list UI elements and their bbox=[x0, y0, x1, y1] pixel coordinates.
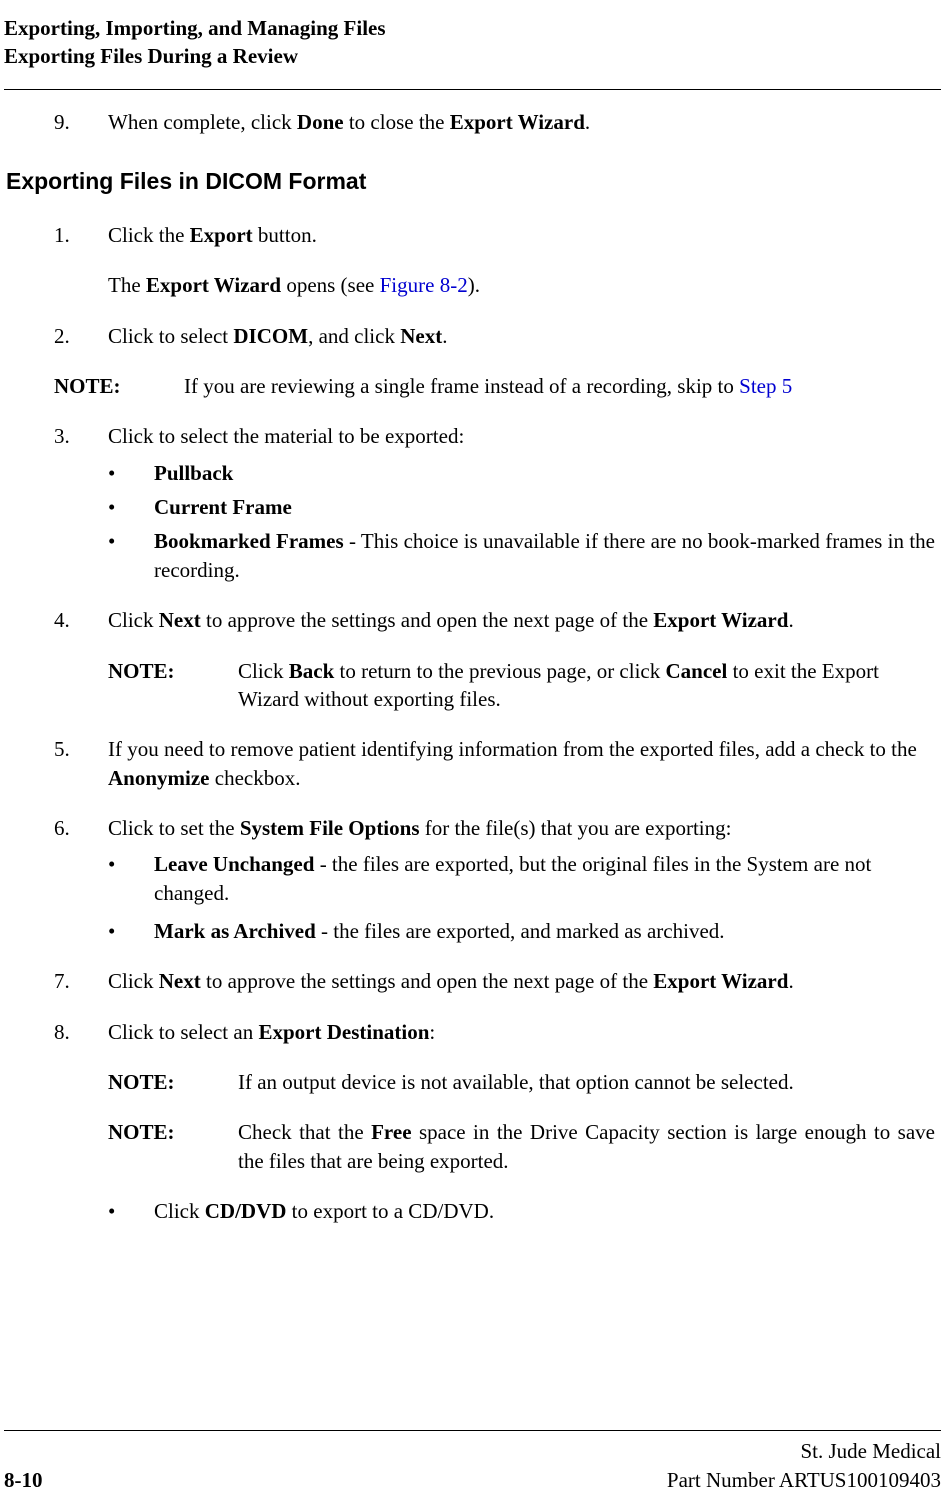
step-text: Click to select the material to be expor… bbox=[108, 422, 935, 450]
footer-rule bbox=[4, 1430, 941, 1431]
note-text: If an output device is not available, th… bbox=[238, 1068, 935, 1096]
step-text: Click to select an Export Destination: bbox=[108, 1018, 935, 1046]
step-text: Click Next to approve the settings and o… bbox=[108, 606, 935, 634]
step-1-sub: The Export Wizard opens (see Figure 8-2)… bbox=[108, 271, 935, 299]
content: 9. When complete, click Done to close th… bbox=[0, 108, 945, 1226]
step-text: Click to select DICOM, and click Next. bbox=[108, 322, 935, 350]
page-header: Exporting, Importing, and Managing Files… bbox=[0, 14, 945, 81]
note-back-cancel: NOTE: Click Back to return to the previo… bbox=[108, 657, 935, 714]
step-link[interactable]: Step 5 bbox=[739, 374, 792, 398]
step-text: Click to set the System File Options for… bbox=[108, 814, 935, 842]
note-text: Click Back to return to the previous pag… bbox=[238, 657, 935, 714]
step-number: 6. bbox=[54, 814, 108, 842]
part-number: Part Number ARTUS100109403 bbox=[667, 1466, 941, 1494]
header-rule bbox=[4, 89, 941, 90]
bullet-icon: • bbox=[108, 917, 154, 945]
bullet-text: Leave Unchanged - the files are exported… bbox=[154, 850, 935, 907]
step-text: Click Next to approve the settings and o… bbox=[108, 967, 935, 995]
bullet-icon: • bbox=[108, 527, 154, 584]
step-text: Click the Export button. bbox=[108, 221, 935, 249]
bullet-icon: • bbox=[108, 850, 154, 907]
note-label: NOTE: bbox=[108, 657, 238, 714]
step-1: 1. Click the Export button. bbox=[54, 221, 935, 249]
note-label: NOTE: bbox=[54, 372, 184, 400]
bullet-text: Current Frame bbox=[154, 493, 935, 521]
note-output-device: NOTE: If an output device is not availab… bbox=[108, 1068, 935, 1096]
step-text: If you need to remove patient identifyin… bbox=[108, 735, 935, 792]
bullet-pullback: • Pullback bbox=[108, 459, 935, 487]
step-number: 4. bbox=[54, 606, 108, 634]
note-label: NOTE: bbox=[108, 1068, 238, 1096]
step-number: 5. bbox=[54, 735, 108, 792]
section-heading: Exporting Files in DICOM Format bbox=[6, 166, 935, 197]
step-number: 3. bbox=[54, 422, 108, 450]
bullet-bookmarked: • Bookmarked Frames - This choice is una… bbox=[108, 527, 935, 584]
note-free-space: NOTE: Check that the Free space in the D… bbox=[108, 1118, 935, 1175]
bullet-text: Pullback bbox=[154, 459, 935, 487]
page: Exporting, Importing, and Managing Files… bbox=[0, 0, 945, 1508]
note-text: Check that the Free space in the Drive C… bbox=[238, 1118, 935, 1175]
bullet-icon: • bbox=[108, 459, 154, 487]
step-8: 8. Click to select an Export Destination… bbox=[54, 1018, 935, 1046]
header-chapter: Exporting, Importing, and Managing Files bbox=[4, 14, 927, 42]
step-4: 4. Click Next to approve the settings an… bbox=[54, 606, 935, 634]
step-number: 1. bbox=[54, 221, 108, 249]
bullet-text: Bookmarked Frames - This choice is unava… bbox=[154, 527, 935, 584]
bullet-text: Click CD/DVD to export to a CD/DVD. bbox=[154, 1197, 935, 1225]
step-2: 2. Click to select DICOM, and click Next… bbox=[54, 322, 935, 350]
step-number: 7. bbox=[54, 967, 108, 995]
step-3: 3. Click to select the material to be ex… bbox=[54, 422, 935, 450]
bullet-cd-dvd: • Click CD/DVD to export to a CD/DVD. bbox=[108, 1197, 935, 1225]
step-9: 9. When complete, click Done to close th… bbox=[54, 108, 935, 136]
bullet-mark-archived: • Mark as Archived - the files are expor… bbox=[108, 917, 935, 945]
bullet-text: Mark as Archived - the files are exporte… bbox=[154, 917, 935, 945]
step-7: 7. Click Next to approve the settings an… bbox=[54, 967, 935, 995]
footer-right: St. Jude Medical Part Number ARTUS100109… bbox=[667, 1437, 941, 1494]
page-number: 8-10 bbox=[4, 1466, 43, 1494]
note-skip: NOTE: If you are reviewing a single fram… bbox=[54, 372, 935, 400]
note-label: NOTE: bbox=[108, 1118, 238, 1175]
header-section: Exporting Files During a Review bbox=[4, 42, 927, 70]
figure-link[interactable]: Figure 8-2 bbox=[380, 273, 468, 297]
step-number: 2. bbox=[54, 322, 108, 350]
step-number: 8. bbox=[54, 1018, 108, 1046]
step-text: When complete, click Done to close the E… bbox=[108, 108, 935, 136]
step-number: 9. bbox=[54, 108, 108, 136]
page-footer: 8-10 St. Jude Medical Part Number ARTUS1… bbox=[4, 1430, 941, 1494]
bullet-leave-unchanged: • Leave Unchanged - the files are export… bbox=[108, 850, 935, 907]
step-6: 6. Click to set the System File Options … bbox=[54, 814, 935, 842]
bullet-current-frame: • Current Frame bbox=[108, 493, 935, 521]
bullet-icon: • bbox=[108, 1197, 154, 1225]
company-name: St. Jude Medical bbox=[667, 1437, 941, 1465]
bullet-icon: • bbox=[108, 493, 154, 521]
note-text: If you are reviewing a single frame inst… bbox=[184, 372, 935, 400]
step-5: 5. If you need to remove patient identif… bbox=[54, 735, 935, 792]
